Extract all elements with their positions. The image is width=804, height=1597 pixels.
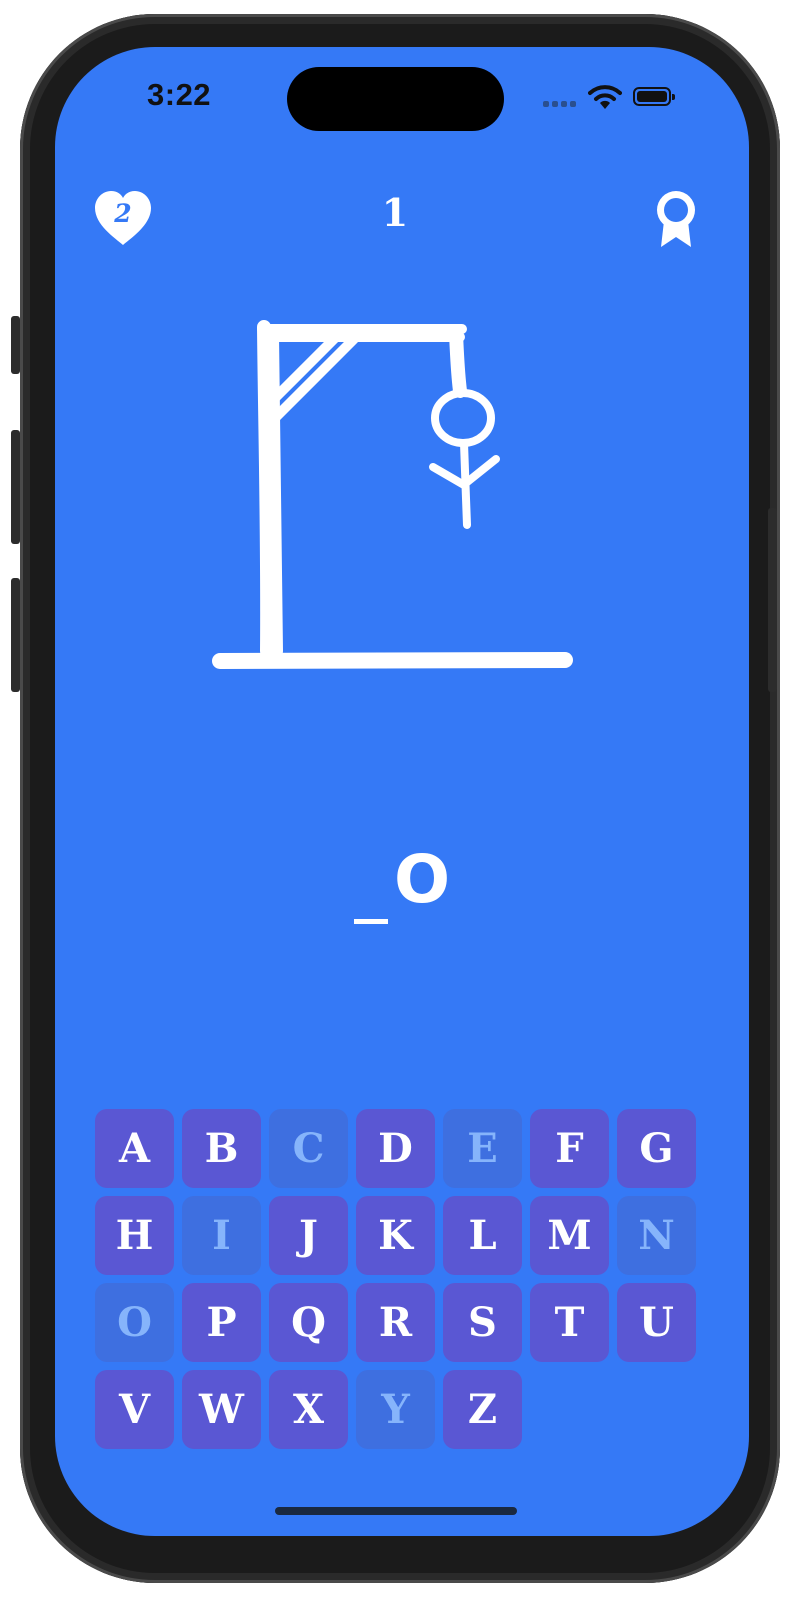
gallows-base [212,652,573,669]
letter-key-c: C [269,1109,348,1188]
letter-key-l[interactable]: L [443,1196,522,1275]
letter-keyboard: ABCDEFG HIJKLMN OPQRSTU VWXYZ [95,1109,703,1449]
gallows-beam [257,324,467,342]
word-letter-slot: O [393,841,451,918]
letter-key-y: Y [356,1370,435,1449]
letter-key-s[interactable]: S [443,1283,522,1362]
volume-up-button [11,430,20,544]
figure-arm-right [462,455,500,487]
lives-count: 2 [114,199,132,228]
letter-key-k[interactable]: K [356,1196,435,1275]
battery-icon [633,87,675,106]
letter-key-q[interactable]: Q [269,1283,348,1362]
stick-figure [429,389,500,529]
letter-key-h[interactable]: H [95,1196,174,1275]
figure-head [431,389,495,447]
letter-key-i: I [182,1196,261,1275]
volume-down-button [11,578,20,692]
action-button [11,316,20,374]
letter-key-p[interactable]: P [182,1283,261,1362]
letter-key-d[interactable]: D [356,1109,435,1188]
cellular-signal-icon [543,101,576,107]
letter-key-x[interactable]: X [269,1370,348,1449]
dynamic-island [287,67,504,131]
word-letter-slot [353,857,388,924]
game-screen: 3:22 2 1 O A B C D E F G H I J K L M N O… [55,47,749,1536]
gallows-brace [265,330,359,422]
letter-key-v[interactable]: V [95,1370,174,1449]
letter-key-f[interactable]: F [530,1109,609,1188]
letter-key-u[interactable]: U [617,1283,696,1362]
score-display: 1 [381,190,409,235]
award-ribbon-icon[interactable] [653,189,699,251]
letter-key-b[interactable]: B [182,1109,261,1188]
home-indicator[interactable] [275,1507,517,1515]
letter-key-g[interactable]: G [617,1109,696,1188]
letter-key-m[interactable]: M [530,1196,609,1275]
word-display: O [55,847,749,924]
letter-key-z[interactable]: Z [443,1370,522,1449]
lives-indicator[interactable]: 2 [93,189,153,249]
hangman-drawing [212,320,573,669]
gallows-post [257,320,283,658]
letter-key-r[interactable]: R [356,1283,435,1362]
figure-arm-left [429,463,468,489]
power-button [768,508,777,692]
wifi-icon [588,85,622,109]
letter-key-w[interactable]: W [182,1370,261,1449]
letter-key-a[interactable]: A [95,1109,174,1188]
status-time: 3:22 [147,77,212,112]
letter-key-j[interactable]: J [269,1196,348,1275]
letter-key-o: O [95,1283,174,1362]
gallows-rope [449,326,467,398]
letter-key-e: E [443,1109,522,1188]
letter-key-n: N [617,1196,696,1275]
letter-key-t[interactable]: T [530,1283,609,1362]
